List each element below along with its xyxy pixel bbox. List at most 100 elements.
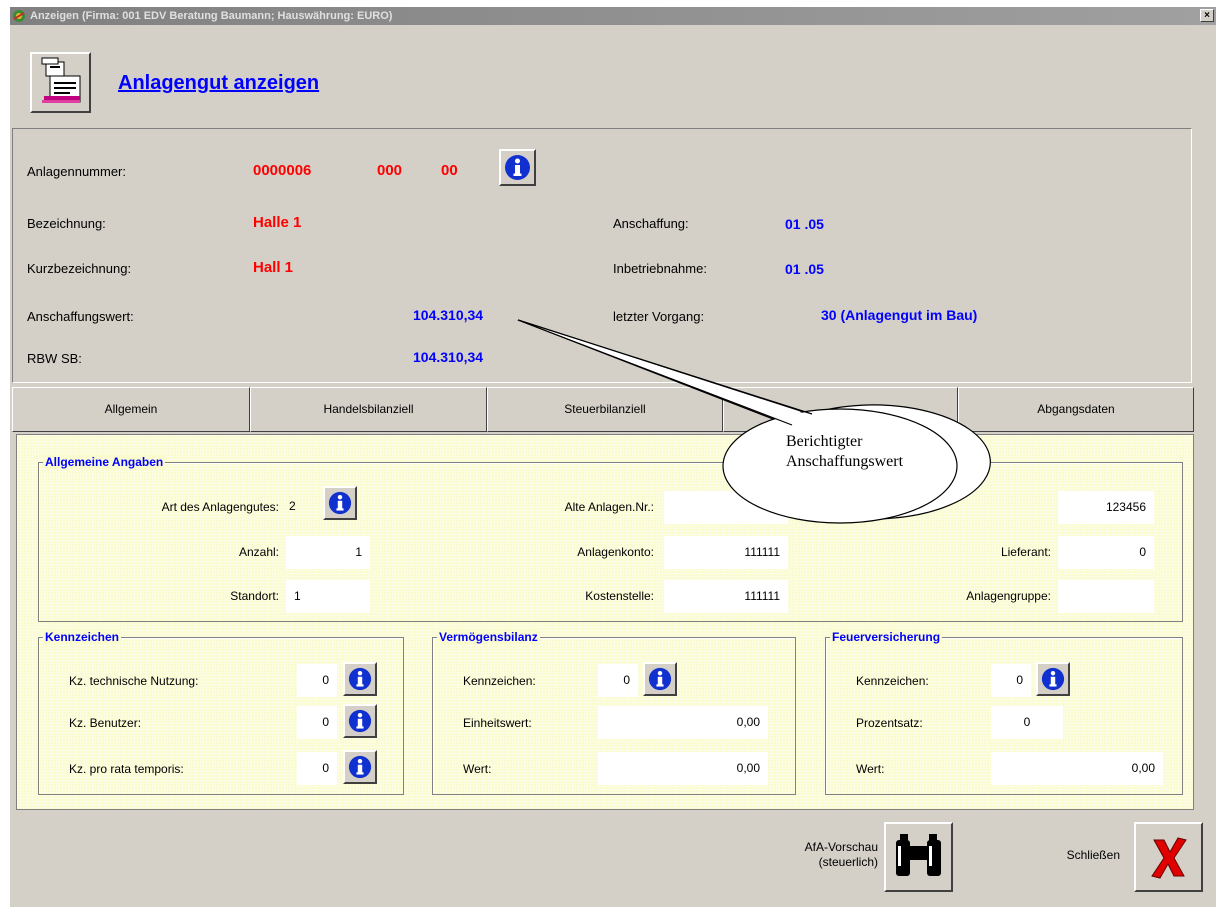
anschaffungswert-label: Anschaffungswert: (27, 309, 134, 324)
afa-vorschau-label-line2: (steuerlich) (818, 855, 878, 869)
kostenstelle-label: Kostenstelle: (585, 589, 654, 603)
vb-kennzeichen-field[interactable]: 0 (598, 664, 638, 697)
bezeichnung-value: Halle 1 (253, 214, 302, 231)
vb-kennzeichen-label: Kennzeichen: (463, 674, 536, 688)
letzter-vorgang-label: letzter Vorgang: (613, 309, 705, 324)
standort-field[interactable]: 1 (286, 580, 370, 613)
fv-wert-label: Wert: (856, 762, 885, 776)
alte-anlagen-nr-label: Alte Anlagen.Nr.: (564, 500, 654, 514)
info-icon (348, 755, 372, 779)
callout-line2: Anschaffungswert (786, 453, 904, 470)
prozentsatz-field[interactable]: 0 (991, 706, 1063, 739)
allgemeine-angaben-legend: Allgemeine Angaben (43, 455, 166, 469)
fv-kennzeichen-field[interactable]: 0 (991, 664, 1031, 697)
kennzeichen-legend: Kennzeichen (43, 630, 122, 644)
vb-kennzeichen-info-button[interactable] (643, 662, 677, 696)
kz-benutzer-label: Kz. Benutzer: (69, 716, 142, 730)
anschaffung-value: 01 .05 (785, 216, 824, 232)
title-bar: Anzeigen (Firma: 001 EDV Beratung Bauman… (10, 7, 1216, 25)
inventar-nr-field[interactable]: 123456 (1058, 491, 1154, 524)
letzter-vorgang-value: 30 (Anlagengut im Bau) (821, 307, 978, 323)
inbetriebnahme-value: 01 .05 (785, 261, 824, 277)
window-title: Anzeigen (Firma: 001 EDV Beratung Bauman… (30, 10, 393, 22)
kurzbezeichnung-label: Kurzbezeichnung: (27, 261, 132, 276)
art-anlagengut-value[interactable]: 2 (281, 490, 311, 523)
art-anlagengut-label: Art des Anlagengutes: (161, 500, 279, 514)
tab-bar: Allgemein Handelsbilanziell Steuerbilanz… (12, 387, 1194, 432)
tab-content-allgemein: Allgemeine Angaben Art des Anlagengutes:… (16, 434, 1194, 810)
allgemeine-angaben-group: Allgemeine Angaben Art des Anlagengutes:… (38, 455, 1183, 622)
vb-wert-label: Wert: (463, 762, 492, 776)
anschaffung-label: Anschaffung: (613, 216, 689, 231)
standort-label: Standort: (230, 589, 279, 603)
alte-anlagen-nr-field[interactable] (664, 491, 788, 524)
afa-vorschau-label-line1: AfA-Vorschau (804, 840, 878, 854)
fv-kennzeichen-label: Kennzeichen: (856, 674, 929, 688)
kz-technische-nutzung-field[interactable]: 0 (297, 664, 337, 697)
einheitswert-field[interactable]: 0,00 (598, 706, 768, 739)
inbetriebnahme-label: Inbetriebnahme: (613, 261, 707, 276)
header-panel: Anlagennummer: 0000006 000 00 Bezeichnun… (12, 128, 1192, 383)
kz-technische-nutzung-info-button[interactable] (343, 662, 377, 696)
anlagengruppe-label: Anlagengruppe: (966, 589, 1051, 603)
binoculars-icon (896, 834, 941, 876)
anlagennummer-value-2: 000 (377, 162, 403, 179)
tab-hidden[interactable] (723, 387, 958, 432)
afa-vorschau-button[interactable] (884, 822, 953, 892)
callout-line1: Berichtigter (786, 433, 863, 450)
anlagennummer-info-button[interactable] (499, 149, 536, 186)
lieferant-field[interactable]: 0 (1058, 536, 1154, 569)
rbw-sb-value: 104.310,34 (413, 349, 484, 365)
schliessen-button[interactable] (1134, 822, 1203, 892)
tab-allgemein[interactable]: Allgemein (12, 387, 250, 432)
bezeichnung-label: Bezeichnung: (27, 216, 106, 231)
tab-steuerbilanziell[interactable]: Steuerbilanziell (487, 387, 723, 432)
kennzeichen-group: Kennzeichen Kz. technische Nutzung: 0 Kz… (38, 630, 404, 795)
anzahl-label: Anzahl: (238, 545, 279, 559)
anlagenkonto-field[interactable]: 111111 (664, 536, 788, 569)
info-icon (505, 155, 530, 180)
app-icon (13, 10, 25, 22)
einheitswert-label: Einheitswert: (463, 716, 532, 730)
anlagengruppe-field[interactable] (1058, 580, 1154, 613)
kz-pro-rata-label: Kz. pro rata temporis: (69, 762, 184, 776)
rbw-sb-label: RBW SB: (27, 351, 82, 366)
anlagennummer-value-3: 00 (441, 162, 458, 179)
tab-abgangsdaten[interactable]: Abgangsdaten (958, 387, 1194, 432)
info-icon (348, 709, 372, 733)
prozentsatz-label: Prozentsatz: (856, 716, 923, 730)
kz-pro-rata-field[interactable]: 0 (297, 752, 337, 785)
kostenstelle-field[interactable]: 111111 (664, 580, 788, 613)
kz-pro-rata-info-button[interactable] (343, 750, 377, 784)
kz-benutzer-field[interactable]: 0 (297, 706, 337, 739)
feuerversicherung-group: Feuerversicherung Kennzeichen: 0 Prozent… (825, 630, 1183, 795)
info-icon (1041, 667, 1065, 691)
kz-benutzer-info-button[interactable] (343, 704, 377, 738)
info-icon (328, 491, 352, 515)
close-window-button[interactable]: × (1200, 9, 1214, 22)
vermoegensbilanz-legend: Vermögensbilanz (437, 630, 540, 644)
art-anlagengut-info-button[interactable] (323, 486, 357, 520)
afa-vorschau-label: AfA-Vorschau (steuerlich) (760, 840, 878, 870)
kz-technische-nutzung-label: Kz. technische Nutzung: (69, 674, 199, 688)
printer-document-icon (30, 52, 91, 113)
anlagennummer-value-1: 0000006 (253, 162, 312, 179)
fv-wert-field[interactable]: 0,00 (991, 752, 1163, 785)
callout-text: Berichtigter Anschaffungswert (786, 432, 903, 472)
tab-handelsbilanziell[interactable]: Handelsbilanziell (250, 387, 487, 432)
feuerversicherung-legend: Feuerversicherung (830, 630, 943, 644)
page-title[interactable]: Anlagengut anzeigen (118, 72, 319, 95)
vb-wert-field[interactable]: 0,00 (598, 752, 768, 785)
kurzbezeichnung-value: Hall 1 (253, 259, 294, 276)
anzahl-field[interactable]: 1 (286, 536, 370, 569)
fv-kennzeichen-info-button[interactable] (1036, 662, 1070, 696)
vermoegensbilanz-group: Vermögensbilanz Kennzeichen: 0 Einheitsw… (432, 630, 796, 795)
info-icon (648, 667, 672, 691)
anlagenkonto-label: Anlagenkonto: (577, 545, 654, 559)
anlagennummer-label: Anlagennummer: (27, 164, 126, 179)
lieferant-label: Lieferant: (1000, 545, 1051, 559)
schliessen-label: Schließen (1066, 848, 1120, 862)
info-icon (348, 667, 372, 691)
close-x-icon (1151, 837, 1187, 879)
anschaffungswert-value: 104.310,34 (413, 307, 484, 323)
